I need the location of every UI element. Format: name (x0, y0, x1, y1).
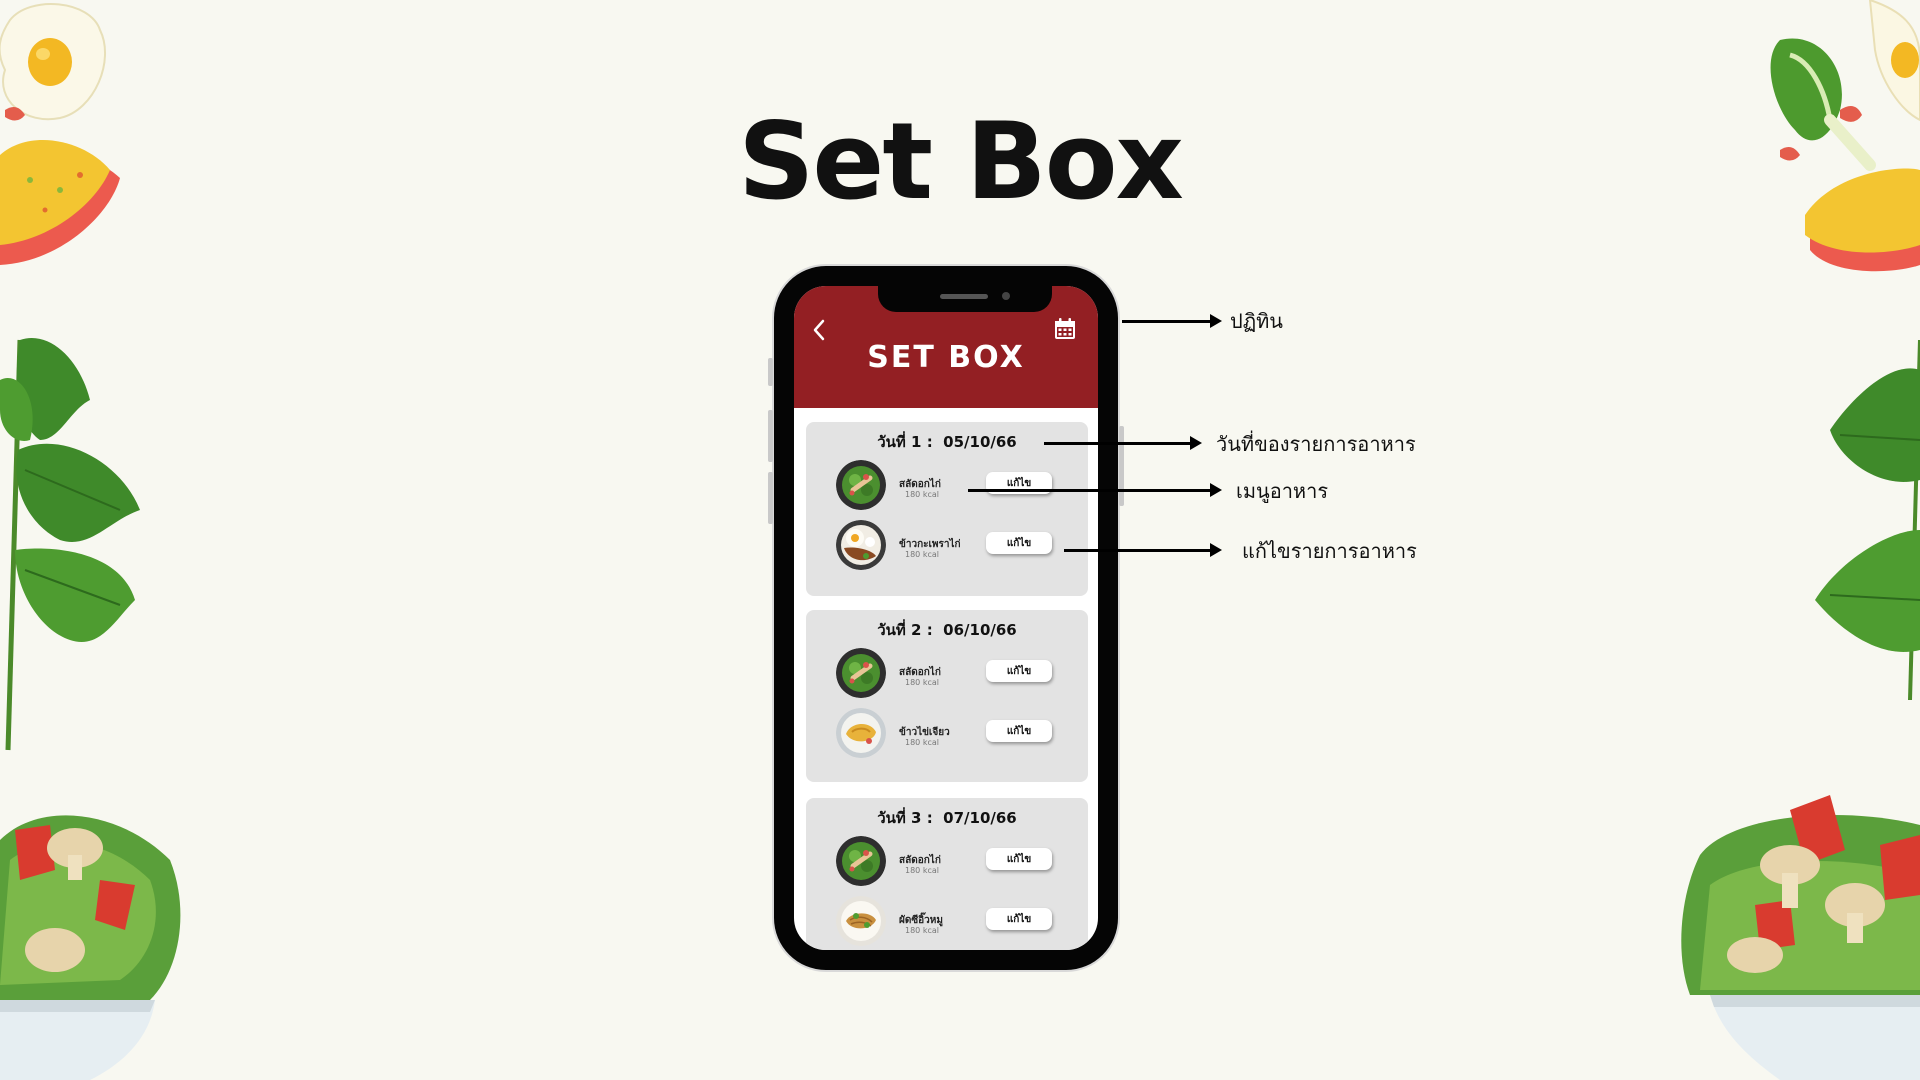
phone-speaker (940, 294, 988, 299)
annotation-line (968, 489, 1212, 492)
edit-meal-button[interactable]: แก้ไข (986, 660, 1052, 682)
meal-item: สลัดอกไก่ 180 kcal แก้ไข (836, 460, 1076, 514)
annotation-arrowhead (1210, 543, 1222, 557)
annotation-edit-meal: แก้ไขรายการอาหาร (1242, 539, 1417, 563)
meal-calories: 180 kcal (905, 550, 939, 559)
annotation-calendar: ปฏิทิน (1230, 309, 1283, 333)
meal-item: ข้าวกะเพราไก่ 180 kcal แก้ไข (836, 520, 1076, 574)
app-title: SET BOX (867, 340, 1025, 375)
meal-photo-salad (836, 460, 886, 510)
day-date-label: วันที่ 2 : 06/10/66 (877, 621, 1017, 639)
phone-mockup: SET BOX วันที่ 1 : 05/10/66 สลัดอกไก่ 18… (768, 266, 1124, 970)
day-card: วันที่ 2 : 06/10/66 สลัดอกไก่ 180 kcal แ… (806, 610, 1088, 782)
annotation-arrowhead (1210, 314, 1222, 328)
salad-bowl-illustration (0, 815, 181, 1080)
meal-calories: 180 kcal (905, 490, 939, 499)
phone-side-button (768, 358, 773, 386)
meal-photo-stir-fried-noodle (836, 896, 886, 946)
annotation-arrowhead (1190, 436, 1202, 450)
annotation-line (1064, 549, 1212, 552)
annotation-arrowhead (1210, 483, 1222, 497)
salad-bowl-illustration (1681, 795, 1920, 1080)
meal-item: ข้าวไข่เจียว 180 kcal แก้ไข (836, 708, 1076, 762)
edit-meal-button[interactable]: แก้ไข (986, 720, 1052, 742)
meal-photo-salad (836, 648, 886, 698)
annotation-line (1044, 442, 1192, 445)
phone-side-button (768, 472, 773, 524)
meal-photo-salad (836, 836, 886, 886)
day-card: วันที่ 1 : 05/10/66 สลัดอกไก่ 180 kcal แ… (806, 422, 1088, 596)
annotation-line (1122, 320, 1212, 323)
day-date: 06/10/66 (943, 621, 1017, 639)
calendar-icon[interactable] (1052, 316, 1078, 342)
meal-calories: 180 kcal (905, 926, 939, 935)
page-title: Set Box (738, 100, 1184, 223)
app-screen: SET BOX วันที่ 1 : 05/10/66 สลัดอกไก่ 18… (794, 286, 1098, 950)
phone-side-button (1119, 426, 1124, 506)
meal-item: สลัดอกไก่ 180 kcal แก้ไข (836, 836, 1076, 890)
day-date-label: วันที่ 3 : 07/10/66 (877, 809, 1017, 827)
day-date: 05/10/66 (943, 433, 1017, 451)
day-card: วันที่ 3 : 07/10/66 สลัดอกไก่ 180 kcal แ… (806, 798, 1088, 950)
meal-photo-omelet-rice (836, 708, 886, 758)
annotation-menu: เมนูอาหาร (1236, 479, 1329, 503)
phone-camera (1002, 292, 1010, 300)
meal-calories: 180 kcal (905, 866, 939, 875)
annotation-meal-date: วันที่ของรายการอาหาร (1216, 432, 1416, 456)
meal-item: สลัดอกไก่ 180 kcal แก้ไข (836, 648, 1076, 702)
cilantro-illustration (1815, 340, 1920, 701)
day-date: 07/10/66 (943, 809, 1017, 827)
edit-meal-button[interactable]: แก้ไข (986, 848, 1052, 870)
meal-photo-rice-basil-egg (836, 520, 886, 570)
meal-calories: 180 kcal (905, 678, 939, 687)
edit-meal-button[interactable]: แก้ไข (986, 908, 1052, 930)
phone-notch (878, 286, 1052, 312)
phone-side-button (768, 410, 773, 462)
meal-item: ผัดซีอิ๊วหมู 180 kcal แก้ไข (836, 896, 1076, 950)
cilantro-illustration (0, 338, 140, 751)
edit-meal-button[interactable]: แก้ไข (986, 532, 1052, 554)
meal-calories: 180 kcal (905, 738, 939, 747)
page: Set Box SET BOX วันที่ 1: 05/10/66 สลัด… (0, 0, 1920, 1080)
